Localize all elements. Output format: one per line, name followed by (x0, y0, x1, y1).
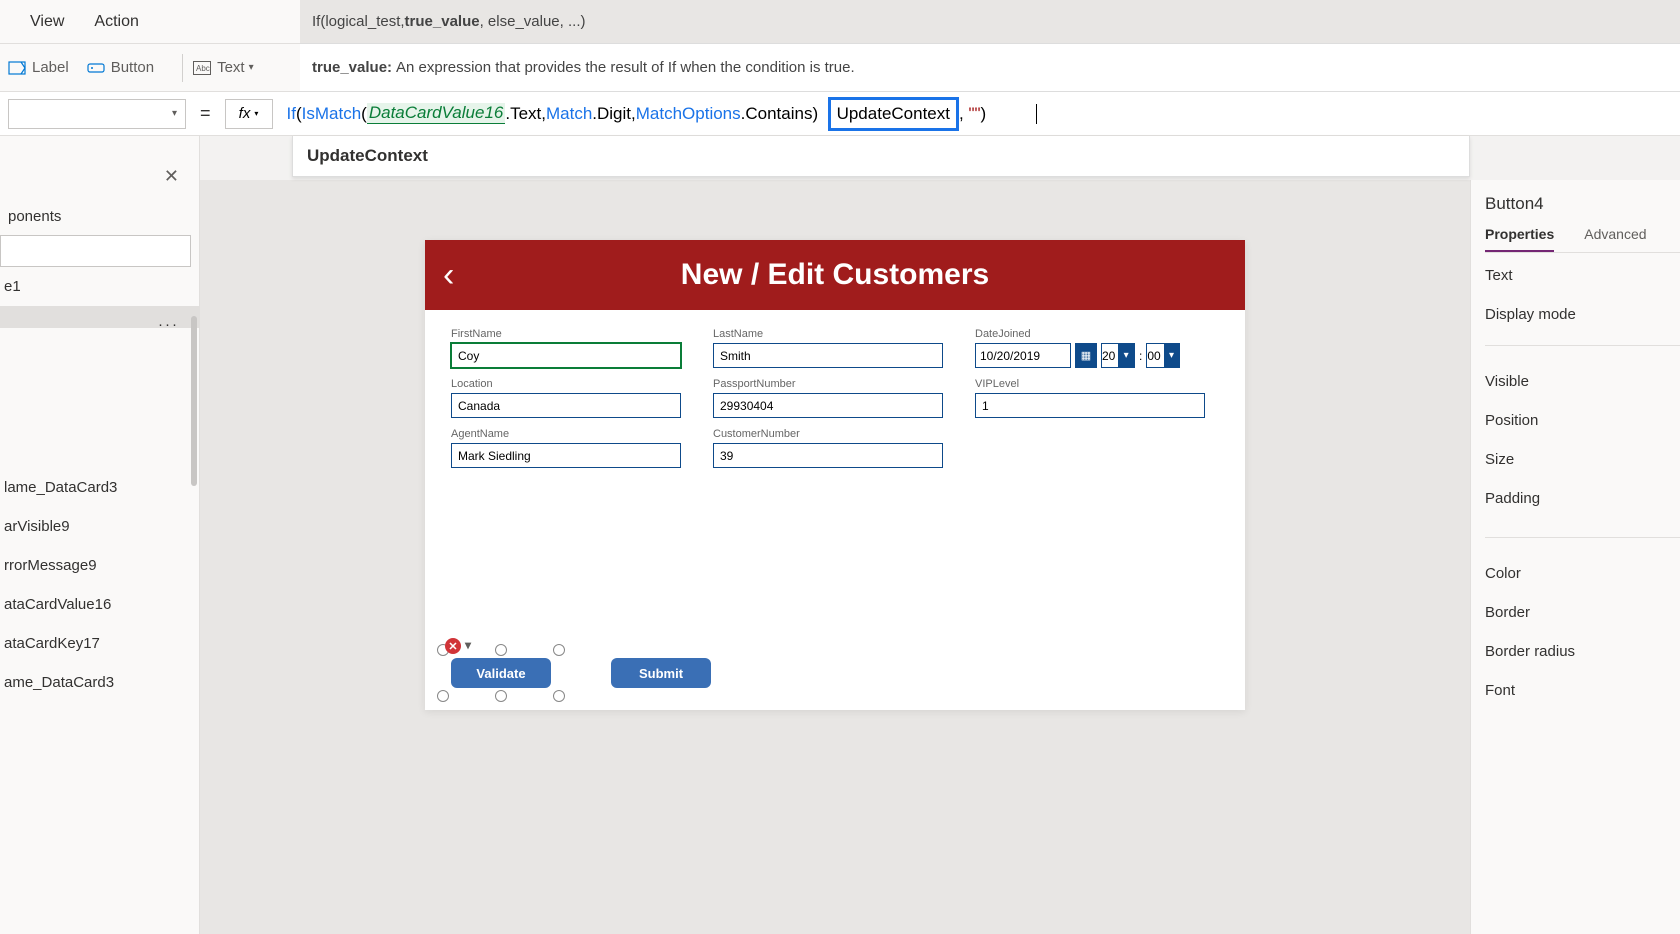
tree-view-panel: ✕ ponents e1 ··· lame_DataCard3 arVisibl… (0, 136, 200, 934)
canvas: ‹ New / Edit Customers FirstName LastNam… (200, 180, 1470, 934)
resize-homedle[interactable] (495, 690, 507, 702)
prop-color[interactable]: Color (1485, 565, 1680, 582)
property-selector[interactable]: ▾ (8, 99, 186, 129)
submit-button[interactable]: Submit (611, 658, 711, 688)
location-input[interactable] (451, 393, 681, 418)
tree-item[interactable]: ame_DataCard3 (0, 663, 199, 702)
field-agent: AgentName (451, 428, 681, 468)
minute-select[interactable]: 00▾ (1146, 343, 1180, 368)
tree-item-selected[interactable]: ··· (0, 306, 199, 328)
chevron-down-icon[interactable]: ▾ (465, 638, 471, 652)
button-row: Validate ✕ ▾ Submit (451, 658, 711, 688)
validate-button[interactable]: Validate ✕ ▾ (451, 658, 551, 688)
chevron-down-icon: ▾ (172, 108, 177, 119)
properties-panel: Button4 Properties Advanced Text Display… (1470, 180, 1680, 934)
button-icon (87, 59, 105, 77)
field-passport: PassportNumber (713, 378, 943, 418)
selected-control-name: Button4 (1485, 194, 1680, 214)
intellisense-item[interactable]: UpdateContext (307, 146, 1455, 166)
app-header: ‹ New / Edit Customers (425, 240, 1245, 310)
field-firstname: FirstName (451, 328, 681, 368)
custnum-input[interactable] (713, 443, 943, 468)
field-lastname: LastName (713, 328, 943, 368)
prop-visible[interactable]: Visible (1485, 373, 1680, 390)
chevron-down-icon: ▾ (1118, 343, 1134, 368)
selection-handles (443, 650, 559, 696)
screen-title: New / Edit Customers (681, 258, 989, 292)
tree-item[interactable]: rrorMessage9 (0, 546, 199, 585)
resize-handle[interactable] (553, 690, 565, 702)
field-location: Location (451, 378, 681, 418)
prop-border[interactable]: Border (1485, 604, 1680, 621)
toolbar-separator (182, 54, 183, 82)
firstname-input[interactable] (451, 343, 681, 368)
prop-border-radius[interactable]: Border radius (1485, 643, 1680, 660)
tree-section-label: ponents (8, 208, 199, 225)
property-tabs: Properties Advanced (1485, 226, 1680, 253)
lastname-input[interactable] (713, 343, 943, 368)
scrollbar-thumb[interactable] (191, 316, 197, 486)
insert-label-button[interactable]: Label (8, 59, 69, 77)
prop-font[interactable]: Font (1485, 682, 1680, 699)
tree-item[interactable]: ataCardValue16 (0, 585, 199, 624)
menu-view[interactable]: View (30, 13, 64, 31)
chevron-down-icon: ▾ (1164, 343, 1180, 368)
close-icon[interactable]: ✕ (164, 166, 179, 187)
date-input[interactable]: 10/20/2019 (975, 343, 1071, 368)
equals-sign: = (200, 103, 211, 124)
back-icon[interactable]: ‹ (443, 256, 454, 295)
highlighted-token: UpdateContext (828, 97, 959, 131)
svg-text:Abc: Abc (196, 64, 210, 73)
error-badge-icon[interactable]: ✕ (445, 638, 461, 654)
text-icon: Abc (193, 59, 211, 77)
hour-select[interactable]: 20▾ (1101, 343, 1135, 368)
tree-item[interactable]: ataCardKey17 (0, 624, 199, 663)
prop-text[interactable]: Text (1485, 267, 1680, 284)
formula-bar: ▾ = fx▾ If(IsMatch(DataCardValue16.Text,… (0, 92, 1680, 136)
prop-padding[interactable]: Padding (1485, 490, 1680, 507)
agent-input[interactable] (451, 443, 681, 468)
insert-button-button[interactable]: Button (87, 59, 154, 77)
prop-position[interactable]: Position (1485, 412, 1680, 429)
fx-button[interactable]: fx▾ (225, 99, 273, 129)
prop-display-mode[interactable]: Display mode (1485, 306, 1680, 323)
field-custnum: CustomerNumber (713, 428, 943, 468)
tree-item[interactable]: e1 (0, 267, 199, 306)
tab-advanced[interactable]: Advanced (1584, 226, 1646, 252)
field-datejoined: DateJoined 10/20/2019 ▦ 20▾ : 00▾ (975, 328, 1205, 368)
insert-text-button[interactable]: Abc Text ▾ (193, 59, 254, 77)
formula-signature-hint: If(logical_test, true_value, else_value,… (300, 0, 1680, 44)
passport-input[interactable] (713, 393, 943, 418)
resize-handle[interactable] (553, 644, 565, 656)
formula-input[interactable]: If(IsMatch(DataCardValue16.Text, Match.D… (273, 99, 1680, 129)
resize-handle[interactable] (495, 644, 507, 656)
more-icon[interactable]: ··· (158, 316, 179, 328)
vip-input[interactable] (975, 393, 1205, 418)
prop-size[interactable]: Size (1485, 451, 1680, 468)
calendar-icon[interactable]: ▦ (1075, 343, 1097, 368)
tree-search-input[interactable] (0, 235, 191, 267)
intellisense-popup: UpdateContext (292, 136, 1470, 177)
resize-handle[interactable] (437, 690, 449, 702)
chevron-down-icon: ▾ (254, 109, 258, 118)
app-screen: ‹ New / Edit Customers FirstName LastNam… (425, 240, 1245, 710)
tree-item[interactable]: lame_DataCard3 (0, 468, 199, 507)
parameter-description: true_value: An expression that provides … (300, 44, 1680, 92)
label-icon (8, 59, 26, 77)
tab-properties[interactable]: Properties (1485, 226, 1554, 252)
chevron-down-icon: ▾ (249, 62, 254, 73)
text-cursor (1036, 104, 1037, 124)
tree-item[interactable]: arVisible9 (0, 507, 199, 546)
form-grid: FirstName LastName DateJoined 10/20/2019… (425, 310, 1245, 486)
field-vip: VIPLevel (975, 378, 1205, 418)
menu-action[interactable]: Action (94, 13, 138, 31)
